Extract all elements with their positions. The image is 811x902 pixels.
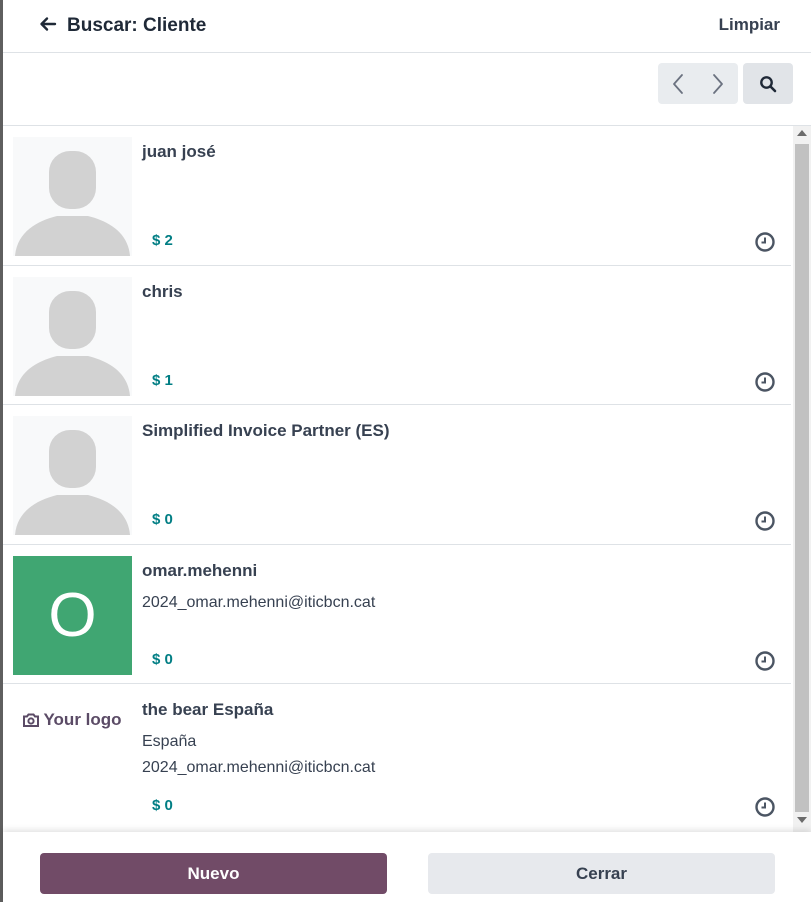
close-button[interactable]: Cerrar [428,853,775,894]
customer-name: Simplified Invoice Partner (ES) [142,421,390,440]
scroll-up-arrow-icon[interactable] [797,130,807,136]
clock-icon[interactable] [754,796,776,818]
customer-country: España [142,733,197,750]
back-arrow-icon[interactable] [38,14,58,34]
logo-text: Your logo [43,710,122,729]
chevron-right-icon [713,73,723,94]
customer-row[interactable]: O omar.mehenni 2024_omar.mehenni@iticbcn… [3,545,791,684]
customer-balance: $ 2 [152,232,173,249]
pager [658,63,738,104]
dialog-title: Buscar: Cliente [67,15,207,36]
person-placeholder-icon [15,151,130,256]
dialog-header: Buscar: Cliente Limpiar [3,0,811,53]
company-logo: Your logo [13,695,132,814]
scroll-down-arrow-icon[interactable] [797,817,807,823]
person-placeholder-icon [15,290,130,396]
pager-previous-button[interactable] [658,63,698,104]
search-button[interactable] [743,63,793,104]
customer-name: omar.mehenni [142,560,258,580]
clock-icon[interactable] [754,510,776,532]
clock-icon[interactable] [754,231,776,253]
avatar [13,137,132,256]
chevron-left-icon [673,73,683,94]
customer-email: 2024_omar.mehenni@iticbcn.cat [142,593,376,611]
customer-name: the bear España [142,700,274,719]
customer-row[interactable]: chris $ 1 [3,266,791,405]
customer-balance: $ 0 [152,797,173,814]
clear-button[interactable]: Limpiar [719,15,780,35]
clock-icon[interactable] [754,371,776,393]
customer-balance: $ 0 [152,650,173,668]
customer-balance: $ 1 [152,371,173,389]
customer-balance: $ 0 [152,511,173,528]
person-placeholder-icon [15,430,130,535]
customer-name: chris [142,281,183,301]
avatar [13,276,132,396]
customer-row[interactable]: Your logo the bear España España 2024_om… [3,684,791,832]
dialog-footer: Nuevo Cerrar [3,832,811,902]
scroll-thumb[interactable] [795,144,809,812]
customer-email: 2024_omar.mehenni@iticbcn.cat [142,759,376,776]
clock-icon[interactable] [754,650,776,672]
search-toolbar [3,53,811,126]
customer-name: juan josé [142,142,216,161]
new-button[interactable]: Nuevo [40,853,387,894]
customer-row[interactable]: Simplified Invoice Partner (ES) $ 0 [3,405,791,545]
customer-list: juan josé $ 2 chris $ 1 Simplified Invoi… [3,126,791,832]
avatar [13,416,132,535]
customer-row[interactable]: juan josé $ 2 [3,126,791,266]
search-icon [760,75,777,92]
camera-icon [23,713,40,727]
pager-next-button[interactable] [698,63,738,104]
avatar: O [13,555,132,675]
scrollbar[interactable] [793,126,811,832]
